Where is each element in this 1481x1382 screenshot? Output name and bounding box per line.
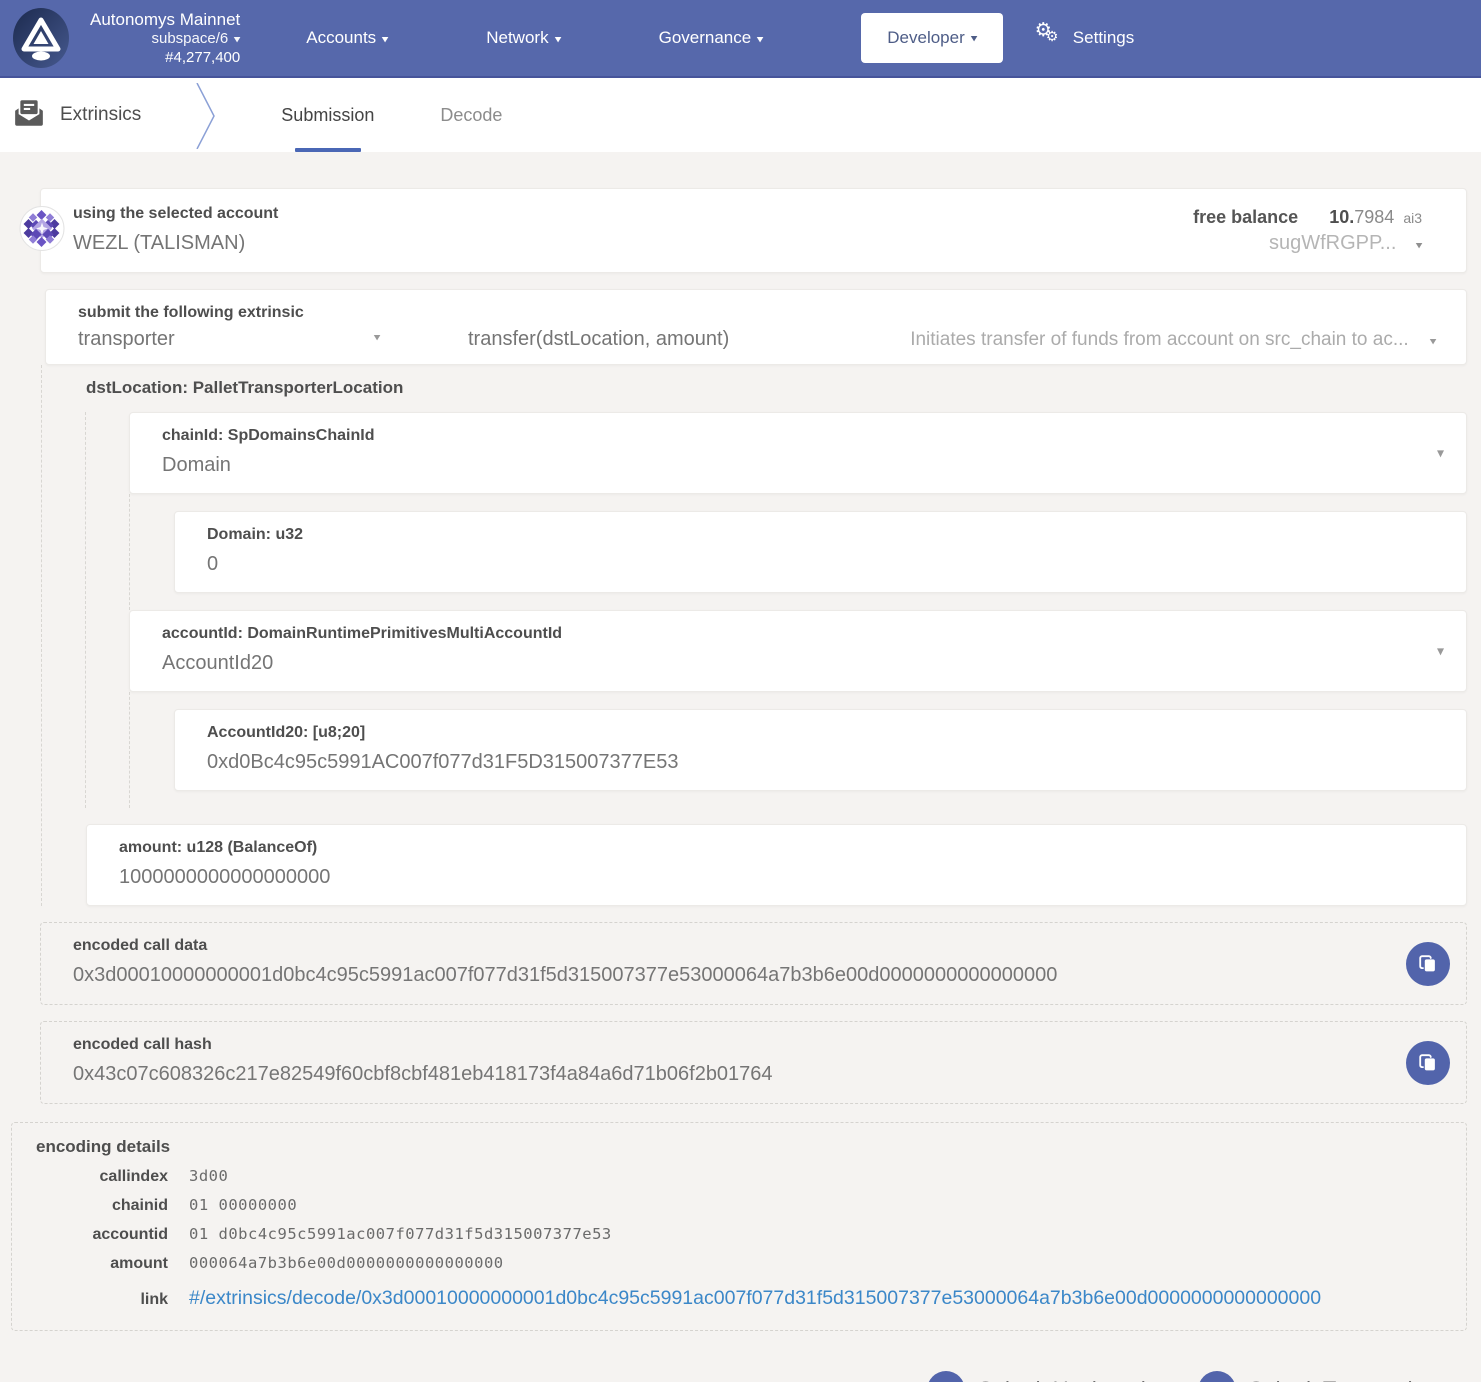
runtime-version[interactable]: subspace/6▾ [90,30,240,49]
copy-icon [1417,1052,1439,1074]
accountid-select[interactable]: AccountId20 [162,649,1436,678]
encoding-row-accountid: accountid 01 d0bc4c95c5991ac007f077d31f5… [36,1225,1442,1244]
chevron-down-icon: ▾ [757,33,764,46]
main-menu: Accounts▾ Network▾ Governance▾ Developer… [306,13,1134,63]
extrinsic-select-card: submit the following extrinsic transport… [45,289,1467,365]
account-selector-card: using the selected account WEZL (TALISMA… [40,188,1467,273]
copy-icon [1417,953,1439,975]
chevron-down-icon: ▾ [970,32,977,45]
pallet-select[interactable]: transporter ▾ [78,328,408,351]
page-tabbar: Extrinsics Submission Decode [0,78,1481,152]
chevron-down-icon: ▾ [1430,335,1437,348]
chain-name: Autonomys Mainnet [90,9,240,30]
decode-link[interactable]: #/extrinsics/decode/0x3d00010000000001d0… [189,1287,1321,1310]
settings-gears-icon: ⚙⚙ [1035,23,1065,53]
encoded-call-hash-section: encoded call hash 0x43c07c608326c217e825… [40,1021,1467,1104]
param-accountid20-label: AccountId20: [u8;20] [207,722,1436,744]
method-description[interactable]: Initiates transfer of funds from account… [910,329,1436,351]
accountid20-input[interactable] [207,748,1436,777]
chevron-down-icon: ▾ [382,33,389,46]
account-select[interactable]: using the selected account WEZL (TALISMA… [73,203,278,258]
account-identicon[interactable] [19,205,65,256]
encoded-call-data-label: encoded call data [73,935,1376,957]
chainid-children: Domain: u32 [129,494,1467,610]
method-select[interactable]: transfer(dstLocation, amount) [468,328,729,351]
free-balance: free balance 10.7984 ai3 [1193,207,1422,228]
extrinsics-envelope-icon [14,99,44,132]
balance-fraction: 7984 [1354,207,1394,227]
domain-input[interactable] [207,550,1436,579]
top-navbar: Autonomys Mainnet subspace/6▾ #4,277,400… [0,0,1481,78]
free-balance-label: free balance [1193,207,1298,227]
param-chainid-label: chainId: SpDomainsChainId [162,425,1436,447]
encoded-call-data-section: encoded call data 0x3d00010000000001d0bc… [40,922,1467,1005]
chevron-down-icon: ▾ [1437,643,1444,660]
params-tree: dstLocation: PalletTransporterLocation c… [41,365,1467,906]
param-domain-label: Domain: u32 [207,524,1436,546]
menu-governance[interactable]: Governance▾ [659,28,764,48]
dstlocation-children: chainId: SpDomainsChainId Domain ▾ Domai… [85,412,1467,808]
amount-input[interactable] [119,863,1436,892]
extrinsics-submission-form: using the selected account WEZL (TALISMA… [0,152,1481,1382]
encoded-call-hash-value: 0x43c07c608326c217e82549f60cbf8cbf481eb4… [73,1060,1376,1089]
chevron-down-icon: ▾ [1437,445,1444,462]
chainid-select[interactable]: Domain [162,451,1436,480]
encoding-row-callindex: callindex 3d00 [36,1167,1442,1186]
copy-call-hash-button[interactable] [1406,1041,1450,1085]
encoded-call-data-value: 0x3d00010000000001d0bc4c95c5991ac007f077… [73,961,1376,990]
sign-in-icon [927,1371,965,1382]
account-select-label: using the selected account [73,203,278,225]
balance-integer: 10. [1329,207,1354,227]
account-address-toggle[interactable]: sugWfRGPP... ▾ [1193,232,1422,255]
chevron-down-icon: ▾ [234,33,241,47]
section-head: Extrinsics [14,99,141,132]
autonomys-logo-icon[interactable] [10,7,72,69]
encoding-row-chainid: chainid 01 00000000 [36,1196,1442,1215]
amount-input-wrap [119,863,1436,892]
submit-unsigned-button[interactable]: Submit Unsigned [927,1371,1146,1382]
param-accountid-label: accountId: DomainRuntimePrimitivesMultiA… [162,623,1436,645]
param-dstlocation-label: dstLocation: PalletTransporterLocation [86,378,1467,398]
menu-network[interactable]: Network▾ [486,28,560,48]
param-amount-label: amount: u128 (BalanceOf) [119,837,1436,859]
tab-submission[interactable]: Submission [281,78,374,152]
domain-input-wrap [207,550,1436,579]
tabs: Submission Decode [281,78,568,152]
menu-developer-active[interactable]: Developer▾ [861,13,1003,63]
page-title: Extrinsics [60,104,141,126]
param-chainid-card: chainId: SpDomainsChainId Domain ▾ [129,412,1467,494]
chain-info: Autonomys Mainnet subspace/6▾ #4,277,400 [90,9,240,68]
chevron-down-icon: ▾ [374,331,381,344]
active-tab-indicator [295,148,361,152]
menu-accounts[interactable]: Accounts▾ [306,28,388,48]
sign-in-icon [1198,1371,1236,1382]
param-accountid20-card: AccountId20: [u8;20] [174,709,1467,791]
param-accountid-card: accountId: DomainRuntimePrimitivesMultiA… [129,610,1467,692]
extrinsic-select-label: submit the following extrinsic [78,302,1436,324]
param-amount-card: amount: u128 (BalanceOf) [86,824,1467,906]
balance-unit: ai3 [1403,210,1422,226]
encoding-details-title: encoding details [36,1137,1442,1157]
accountid20-input-wrap [207,748,1436,777]
chevron-down-icon: ▾ [554,33,561,46]
encoding-row-link: link #/extrinsics/decode/0x3d00010000000… [36,1287,1442,1310]
best-block-number: #4,277,400 [90,49,240,68]
submit-actions: Submit Unsigned Submit Transaction [40,1371,1437,1382]
account-balance-block: free balance 10.7984 ai3 sugWfRGPP... ▾ [1193,207,1436,255]
tab-decode[interactable]: Decode [440,78,502,152]
chevron-down-icon: ▾ [1416,238,1423,251]
extrinsic-selects: transporter ▾ transfer(dstLocation, amou… [78,328,1436,351]
encoding-details-section: encoding details callindex 3d00 chainid … [11,1122,1467,1331]
param-domain-card: Domain: u32 [174,511,1467,593]
encoded-call-hash-label: encoded call hash [73,1034,1376,1056]
accountid-children: AccountId20: [u8;20] [129,692,1467,808]
menu-settings[interactable]: ⚙⚙ Settings [1035,23,1134,53]
breadcrumb-chevron-icon [195,83,219,154]
account-name: WEZL (TALISMAN) [73,229,278,258]
copy-call-data-button[interactable] [1406,942,1450,986]
submit-transaction-button[interactable]: Submit Transaction [1198,1371,1437,1382]
encoding-row-amount: amount 000064a7b3b6e00d0000000000000000 [36,1254,1442,1273]
